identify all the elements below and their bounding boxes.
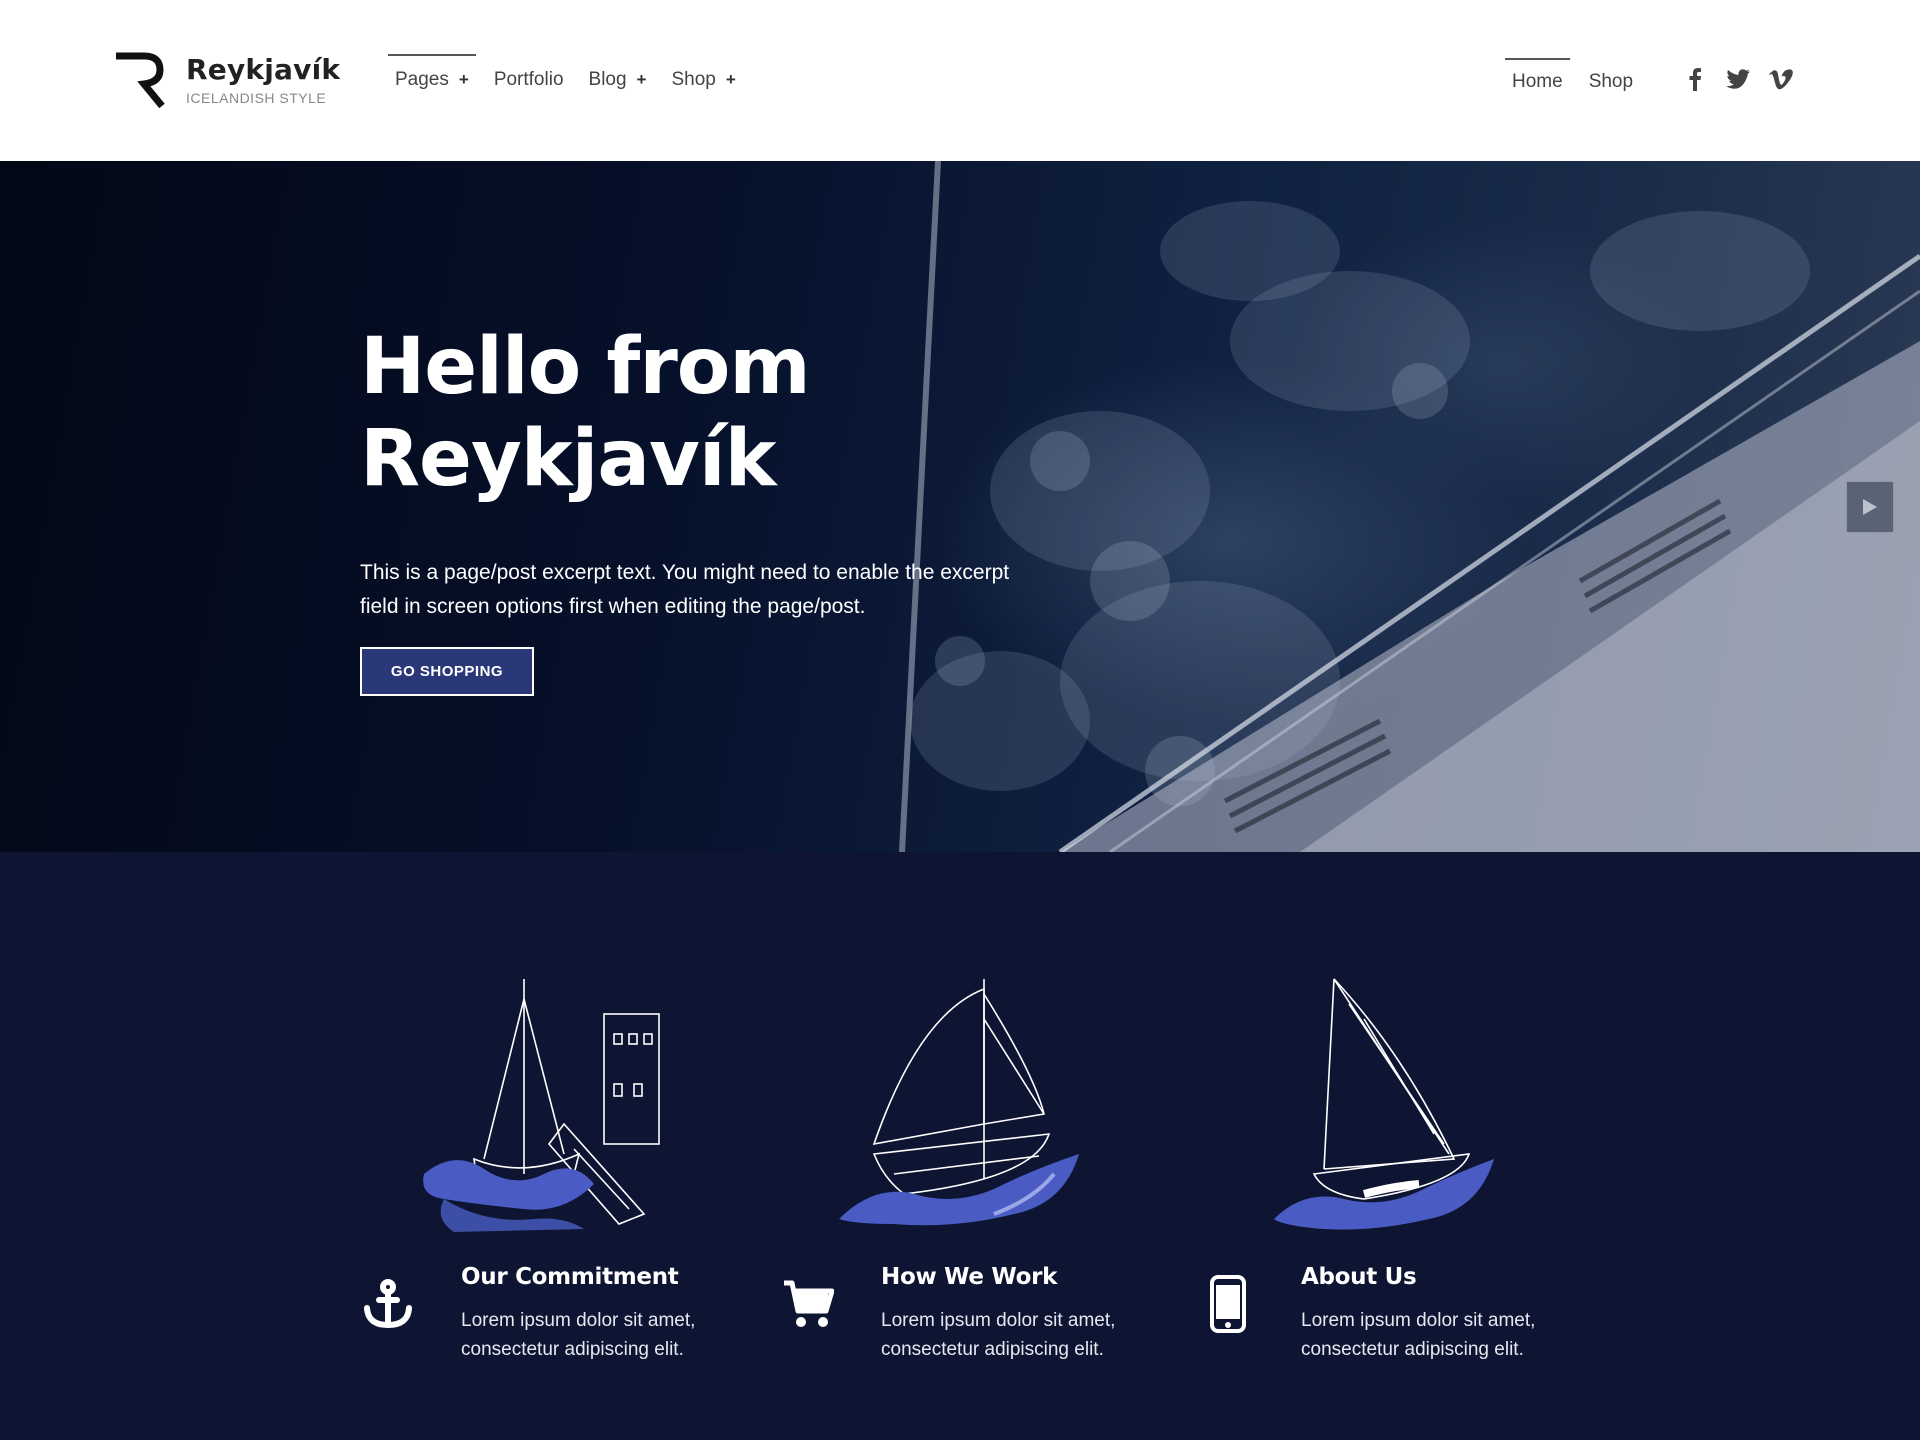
hero-title-line1: Hello from [360,322,811,412]
submenu-plus-icon: + [725,70,736,89]
hero-title: Hello from Reykjavík [360,321,811,505]
nav-item-shop[interactable]: Shop + [664,52,742,108]
nav-item-portfolio[interactable]: Portfolio [487,52,571,108]
secondary-nav: Home Shop [1505,56,1652,108]
nav-item-label: Home [1512,71,1563,92]
hero-background-image [899,161,1920,852]
logo-mark-icon [116,52,165,108]
yacht-illustration [1274,978,1494,1230]
nav-item-shop-secondary[interactable]: Shop [1582,56,1640,108]
features-section: Our Commitment Lorem ipsum dolor sit ame… [0,852,1920,1440]
site-logo[interactable]: Reykjavík ICELANDISH STYLE [114,52,340,108]
nav-item-label: Pages [395,69,449,90]
vimeo-icon[interactable] [1768,66,1793,91]
mobile-icon [1200,1272,1256,1336]
feature-text: Lorem ipsum dolor sit amet, consectetur … [461,1310,696,1360]
nav-item-label: Blog [588,69,627,90]
video-play-button[interactable] [1846,481,1894,533]
nav-item-label: Shop [671,69,716,90]
feature-title: How We Work [881,1264,1058,1290]
site-title: Reykjavík [186,53,341,86]
social-links [1682,66,1793,91]
nav-item-pages[interactable]: Pages + [388,52,476,108]
submenu-plus-icon: + [636,70,647,89]
sailboat-illustration [839,979,1079,1226]
cart-icon [780,1272,836,1336]
feature-title: Our Commitment [461,1264,679,1290]
hero-excerpt: This is a page/post excerpt text. You mi… [360,561,1010,618]
play-icon [1863,499,1877,515]
anchor-icon [360,1272,416,1336]
nav-item-label: Shop [1588,71,1634,92]
go-shopping-button[interactable]: GO SHOPPING [360,647,534,696]
hero-section: Hello from Reykjavík This is a page/post… [0,161,1920,852]
facebook-icon[interactable] [1682,66,1707,91]
harbor-boat-illustration [423,979,660,1232]
site-tagline: ICELANDISH STYLE [186,90,327,106]
nav-item-home[interactable]: Home [1505,56,1570,108]
nav-item-blog[interactable]: Blog + [582,52,654,108]
hero-title-line2: Reykjavík [360,414,777,504]
site-header: Reykjavík ICELANDISH STYLE Pages + Portf… [0,0,1920,161]
submenu-plus-icon: + [458,70,469,89]
twitter-icon[interactable] [1725,66,1750,91]
feature-title: About Us [1301,1264,1417,1290]
nav-item-label: Portfolio [493,69,564,90]
primary-nav: Pages + Portfolio Blog + Shop + [388,52,754,108]
feature-text: Lorem ipsum dolor sit amet, consectetur … [881,1310,1116,1360]
feature-text: Lorem ipsum dolor sit amet, consectetur … [1301,1310,1536,1360]
